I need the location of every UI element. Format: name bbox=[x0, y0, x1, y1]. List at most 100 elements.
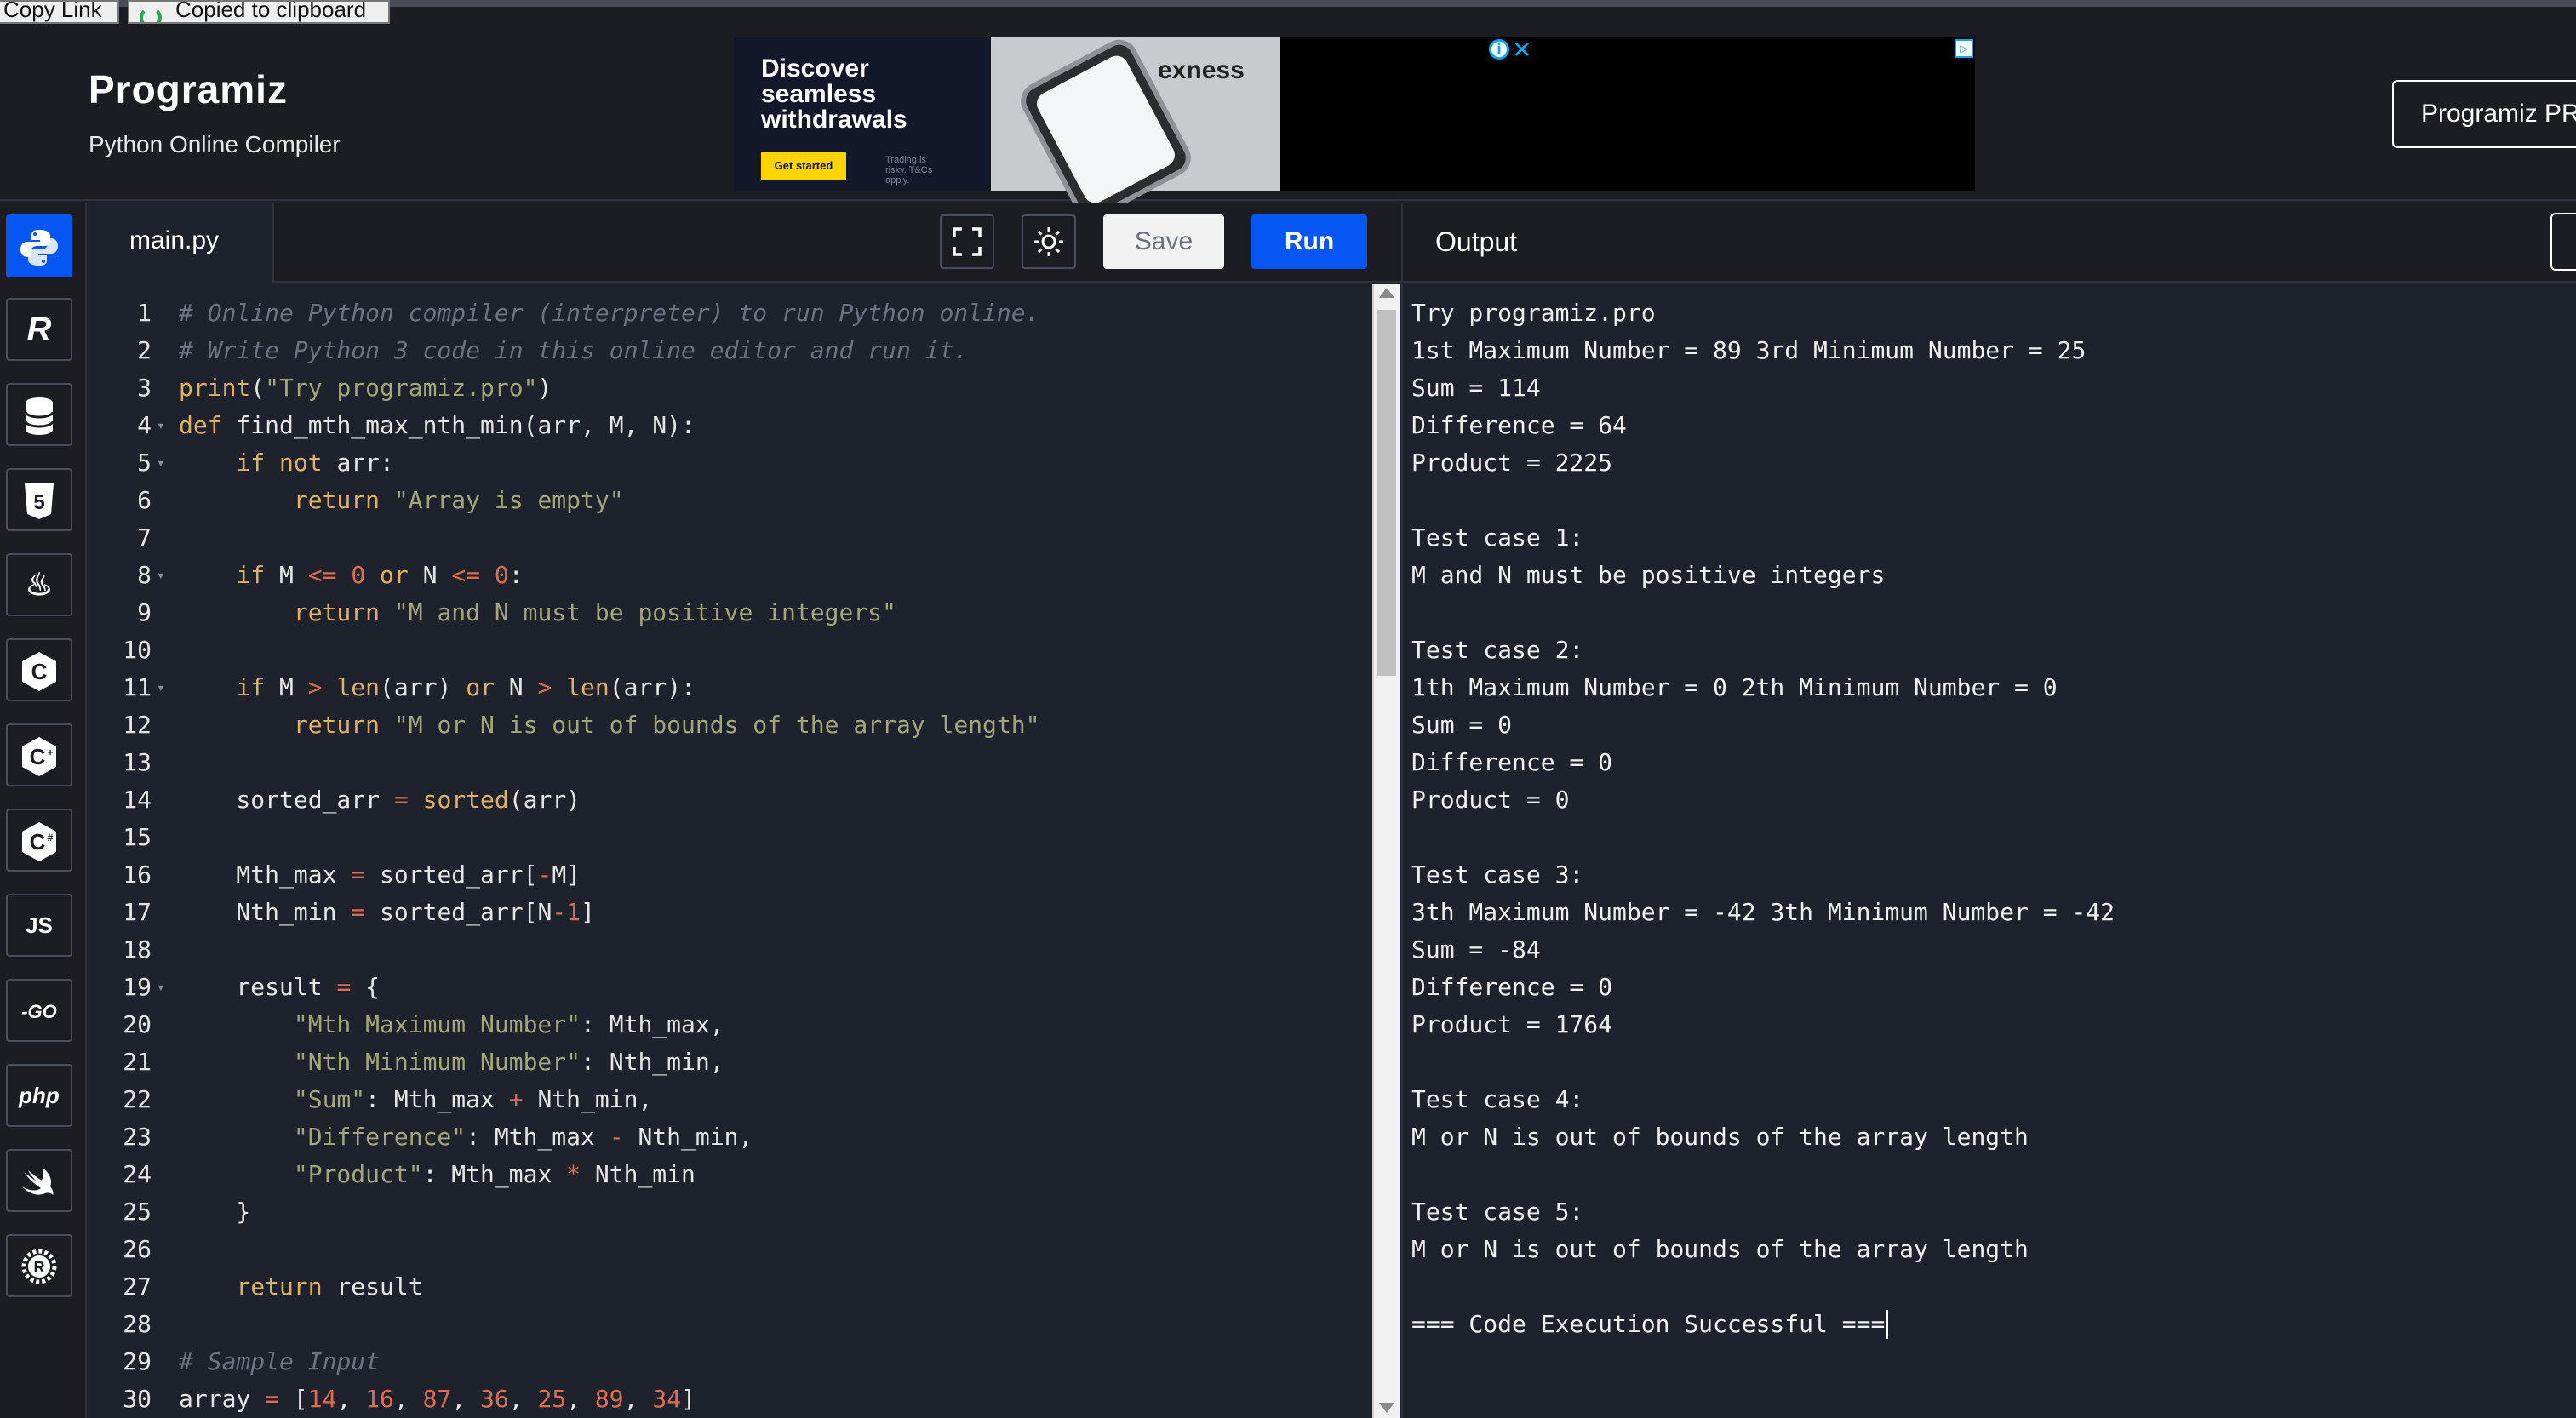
code-line[interactable]: 11 ▾ if M > len(arr) or N > len(arr): bbox=[89, 669, 1372, 706]
fullscreen-icon bbox=[953, 227, 982, 256]
sidebar-item-r[interactable]: R bbox=[6, 298, 72, 361]
tab-main-py[interactable]: main.py bbox=[89, 203, 274, 283]
code-line[interactable]: 16 Mth_max = sorted_arr[-M] bbox=[89, 856, 1372, 894]
output-console: Try programiz.pro 1st Maximum Number = 89… bbox=[1401, 284, 2576, 1418]
programiz-logo[interactable]: Programiz bbox=[89, 66, 288, 112]
code-text: # Sample Input bbox=[179, 1343, 380, 1381]
code-line[interactable]: 17 Nth_min = sorted_arr[N-1] bbox=[89, 894, 1372, 931]
scrollbar-thumb[interactable] bbox=[1377, 310, 1396, 676]
csharp-icon: C # bbox=[22, 822, 56, 861]
sidebar-item-c[interactable]: C bbox=[6, 638, 72, 701]
clear-button[interactable] bbox=[2550, 213, 2576, 271]
fold-arrow-icon[interactable]: ▾ bbox=[157, 557, 165, 594]
code-token: , bbox=[508, 1385, 538, 1413]
code-line[interactable]: 29 # Sample Input bbox=[89, 1343, 1372, 1381]
code-text: if M > len(arr) or N > len(arr): bbox=[179, 669, 696, 706]
code-token: ] bbox=[581, 898, 595, 926]
sidebar-item-html[interactable]: 5 bbox=[6, 468, 72, 531]
code-text: return "Array is empty" bbox=[179, 482, 624, 519]
code-line[interactable]: 3 print("Try programiz.pro") bbox=[89, 369, 1372, 407]
code-token: "M and N must be positive integers" bbox=[393, 598, 896, 626]
code-line[interactable]: 13 bbox=[89, 744, 1372, 781]
code-line[interactable]: 23 "Difference": Mth_max - Nth_min, bbox=[89, 1118, 1372, 1156]
code-token: 89 bbox=[594, 1385, 624, 1413]
ad-close-icon[interactable]: ✕ bbox=[1512, 36, 1531, 64]
code-line[interactable]: 18 bbox=[89, 931, 1372, 969]
code-text: sorted_arr = sorted(arr) bbox=[179, 781, 581, 819]
output-line: 1th Maximum Number = 0 2th Minimum Numbe… bbox=[1411, 673, 2058, 701]
code-line[interactable]: 25 } bbox=[89, 1193, 1372, 1231]
code-token: > bbox=[307, 673, 323, 701]
sidebar-item-csharp[interactable]: C # bbox=[6, 809, 72, 872]
sidebar-item-cpp[interactable]: C + bbox=[6, 723, 72, 786]
code-token: Nth_min bbox=[179, 898, 352, 926]
save-button[interactable]: Save bbox=[1103, 214, 1224, 269]
scroll-down-arrow-icon[interactable] bbox=[1379, 1403, 1394, 1413]
code-token: = bbox=[265, 1385, 280, 1413]
sidebar-item-rust[interactable]: R bbox=[6, 1234, 72, 1297]
ad-get-started-button[interactable]: Get started bbox=[761, 152, 846, 180]
fold-arrow-icon[interactable]: ▾ bbox=[157, 669, 165, 706]
output-line: Sum = 114 bbox=[1411, 374, 1541, 402]
scroll-up-arrow-icon[interactable] bbox=[1379, 288, 1394, 298]
line-number: 20 bbox=[123, 1010, 152, 1038]
sidebar-item-java[interactable]: ♨ bbox=[6, 553, 72, 616]
code-line[interactable]: 10 bbox=[89, 632, 1372, 669]
line-number: 1 bbox=[137, 299, 152, 327]
line-number: 12 bbox=[123, 711, 152, 739]
code-token: return bbox=[236, 1272, 323, 1301]
advertisement-banner[interactable]: Discover seamless withdrawals Get starte… bbox=[734, 33, 1975, 226]
output-line: Difference = 0 bbox=[1411, 973, 1613, 1001]
code-line[interactable]: 4 ▾ def find_mth_max_nth_min(arr, M, N): bbox=[89, 407, 1372, 444]
sidebar-item-php[interactable]: php bbox=[6, 1064, 72, 1127]
code-line[interactable]: 6 return "Array is empty" bbox=[89, 482, 1372, 519]
code-line[interactable]: 30 array = [14, 16, 87, 36, 25, 89, 34] bbox=[89, 1381, 1372, 1418]
fold-arrow-icon[interactable]: ▾ bbox=[157, 969, 165, 1006]
sidebar-item-swift[interactable] bbox=[6, 1149, 72, 1212]
code-line[interactable]: 8 ▾ if M <= 0 or N <= 0: bbox=[89, 557, 1372, 594]
fold-arrow-icon[interactable]: ▾ bbox=[157, 407, 165, 444]
code-line[interactable]: 15 bbox=[89, 819, 1372, 856]
sidebar-item-go[interactable]: -GO bbox=[6, 979, 72, 1042]
code-line[interactable]: 19 ▾ result = { bbox=[89, 969, 1372, 1006]
fold-arrow-icon[interactable]: ▾ bbox=[157, 444, 165, 482]
site-header: Programiz Python Online Compiler Discove… bbox=[0, 26, 2576, 226]
code-line[interactable]: 27 return result bbox=[89, 1268, 1372, 1306]
programiz-pro-button[interactable]: Programiz PRO bbox=[2392, 80, 2576, 148]
code-line[interactable]: 9 return "M and N must be positive integ… bbox=[89, 594, 1372, 632]
sidebar-item-sql[interactable] bbox=[6, 383, 72, 446]
sidebar-item-python[interactable] bbox=[6, 214, 72, 277]
code-line[interactable]: 28 bbox=[89, 1306, 1372, 1343]
code-line[interactable]: 5 ▾ if not arr: bbox=[89, 444, 1372, 482]
code-line[interactable]: 24 "Product": Mth_max * Nth_min bbox=[89, 1156, 1372, 1193]
code-token: return bbox=[293, 711, 381, 739]
code-line[interactable]: 20 "Mth Maximum Number": Mth_max, bbox=[89, 1006, 1372, 1043]
code-token: : bbox=[508, 561, 524, 589]
editor-scrollbar[interactable] bbox=[1372, 284, 1400, 1418]
theme-toggle-button[interactable] bbox=[1022, 214, 1076, 269]
code-line[interactable]: 1 # Online Python compiler (interpreter) … bbox=[89, 294, 1372, 332]
code-line[interactable]: 12 return "M or N is out of bounds of th… bbox=[89, 706, 1372, 744]
fullscreen-button[interactable] bbox=[940, 214, 994, 269]
code-token: + bbox=[508, 1085, 524, 1113]
code-token: len bbox=[566, 673, 610, 701]
code-line[interactable]: 14 sorted_arr = sorted(arr) bbox=[89, 781, 1372, 819]
run-button[interactable]: Run bbox=[1251, 214, 1367, 269]
code-line[interactable]: 7 bbox=[89, 519, 1372, 557]
ad-info-icon[interactable]: i bbox=[1489, 39, 1509, 60]
code-token: Nth_min bbox=[581, 1160, 696, 1188]
copy-link-button[interactable]: Copy Link bbox=[0, 0, 119, 24]
sidebar-item-javascript[interactable]: JS bbox=[6, 894, 72, 957]
code-line[interactable]: 26 bbox=[89, 1231, 1372, 1268]
code-line[interactable]: 2 # Write Python 3 code in this online ed… bbox=[89, 332, 1372, 369]
code-token: "Product" bbox=[293, 1160, 423, 1188]
code-line[interactable]: 21 "Nth Minimum Number": Nth_min, bbox=[89, 1043, 1372, 1081]
code-editor[interactable]: 1 # Online Python compiler (interpreter) … bbox=[89, 284, 1372, 1418]
svg-text:#: # bbox=[48, 832, 54, 843]
code-line[interactable]: 22 "Sum": Mth_max + Nth_min, bbox=[89, 1081, 1372, 1118]
adchoices-icon[interactable]: ▷ bbox=[1955, 39, 1973, 58]
